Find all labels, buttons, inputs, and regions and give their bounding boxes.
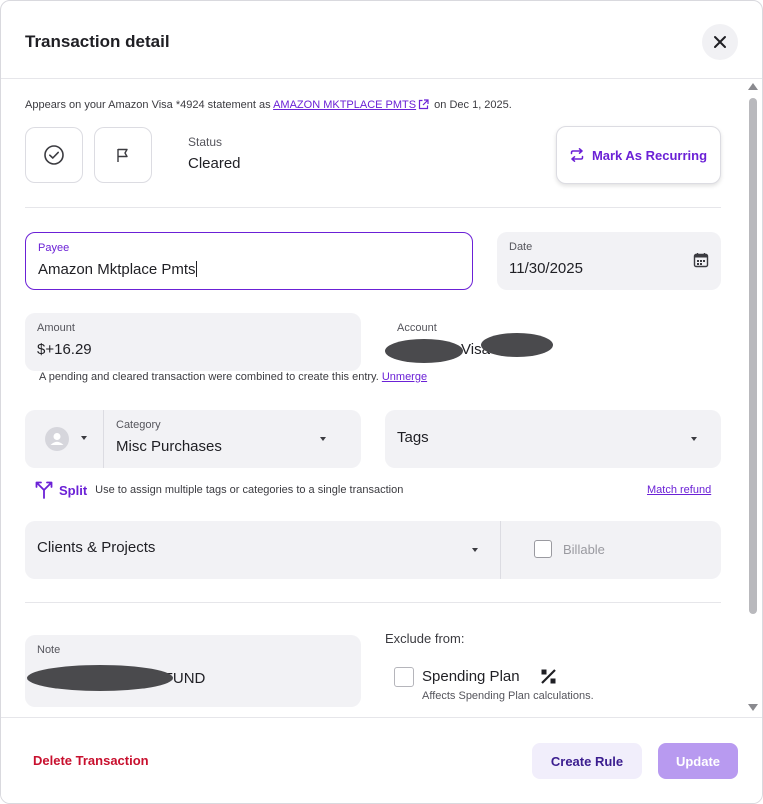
scroll-content[interactable]: Appears on your Amazon Visa *4924 statem… — [1, 80, 762, 717]
split-description: Use to assign multiple tags or categorie… — [95, 484, 404, 496]
create-rule-button[interactable]: Create Rule — [532, 743, 642, 779]
merge-note-text: A pending and cleared transaction were c… — [39, 371, 379, 383]
payee-input[interactable]: Amazon Mktplace Pmts — [38, 261, 197, 278]
close-icon — [714, 36, 726, 48]
tags-field[interactable]: Tags — [385, 410, 721, 468]
cleared-toggle-button[interactable] — [25, 127, 83, 183]
merge-note: A pending and cleared transaction were c… — [39, 371, 427, 383]
chevron-down-icon — [320, 437, 326, 441]
calendar-icon[interactable] — [693, 252, 709, 268]
note-field[interactable]: Note pi REFUND — [25, 635, 361, 707]
tags-placeholder: Tags — [397, 429, 429, 446]
spending-plan-description: Affects Spending Plan calculations. — [422, 690, 594, 702]
category-label: Category — [116, 419, 161, 431]
chevron-down-icon — [81, 436, 87, 440]
redaction-mark — [27, 665, 173, 691]
transaction-detail-modal: Transaction detail Appears on your Amazo… — [0, 0, 763, 804]
close-button[interactable] — [702, 24, 738, 60]
category-value: Misc Purchases — [116, 438, 222, 455]
statement-info: Appears on your Amazon Visa *4924 statem… — [25, 99, 512, 111]
statement-merchant-link[interactable]: AMAZON MKTPLACE PMTS — [273, 99, 416, 111]
check-circle-icon — [44, 145, 64, 165]
external-link-icon[interactable] — [418, 99, 429, 110]
chevron-down-icon — [472, 548, 478, 552]
scrollbar-thumb[interactable] — [749, 98, 757, 614]
clients-projects-row: Clients & Projects Billable — [25, 521, 721, 579]
date-value: 11/30/2025 — [509, 260, 583, 277]
clients-projects-placeholder: Clients & Projects — [37, 539, 156, 556]
text-caret — [195, 261, 197, 277]
statement-prefix: Appears on your Amazon Visa *4924 statem… — [25, 99, 271, 111]
delete-transaction-button[interactable]: Delete Transaction — [33, 753, 149, 768]
unmerge-link[interactable]: Unmerge — [382, 371, 427, 383]
modal-header: Transaction detail — [1, 1, 762, 79]
billable-label: Billable — [563, 542, 605, 557]
divider — [25, 207, 721, 208]
redaction-mark — [385, 339, 463, 363]
note-label: Note — [37, 644, 61, 656]
flag-icon — [117, 148, 128, 162]
spending-plan-checkbox[interactable] — [394, 667, 414, 687]
mark-recurring-label: Mark As Recurring — [591, 147, 708, 163]
amount-value: +16.29 — [45, 341, 92, 358]
chevron-down-icon — [691, 437, 697, 441]
exclude-heading: Exclude from: — [385, 631, 465, 646]
mark-recurring-button[interactable]: Mark As Recurring — [556, 126, 721, 184]
account-label: Account — [397, 322, 437, 334]
split-row: Split Use to assign multiple tags or cat… — [35, 481, 403, 499]
split-icon[interactable] — [35, 481, 53, 499]
split-button[interactable]: Split — [59, 483, 87, 498]
person-avatar-icon — [45, 427, 69, 451]
update-button[interactable]: Update — [658, 743, 738, 779]
payee-value: Amazon Mktplace Pmts — [38, 261, 196, 278]
modal-title: Transaction detail — [25, 32, 170, 51]
match-refund-link[interactable]: Match refund — [647, 484, 711, 496]
spending-plan-label: Spending Plan — [422, 668, 520, 685]
statement-suffix: on Dec 1, 2025. — [434, 99, 512, 111]
date-field[interactable]: Date 11/30/2025 — [497, 232, 721, 290]
payee-field[interactable]: Payee Amazon Mktplace Pmts — [25, 232, 473, 290]
scroll-down-arrow-icon[interactable] — [748, 704, 758, 711]
category-field[interactable]: Category Misc Purchases — [25, 410, 361, 468]
percent-icon — [540, 668, 557, 685]
category-icon-picker[interactable] — [25, 410, 104, 468]
modal-footer: Delete Transaction Create Rule Update — [1, 717, 762, 803]
billable-checkbox[interactable] — [534, 540, 552, 558]
clients-projects-select[interactable]: Clients & Projects — [25, 521, 501, 579]
divider — [25, 602, 721, 603]
status-label: Status — [188, 135, 223, 149]
payee-label: Payee — [38, 242, 70, 254]
redaction-mark — [481, 333, 553, 357]
date-label: Date — [509, 241, 533, 253]
account-field[interactable]: Account Visa — [385, 313, 721, 371]
repeat-icon — [570, 148, 584, 162]
status-value: Cleared — [188, 155, 241, 172]
amount-field[interactable]: Amount $+16.29 — [25, 313, 361, 371]
flag-button[interactable] — [94, 127, 152, 183]
amount-value-wrap[interactable]: $+16.29 — [37, 341, 92, 358]
scroll-up-arrow-icon[interactable] — [748, 83, 758, 90]
scrollbar[interactable] — [747, 81, 759, 715]
amount-label: Amount — [37, 322, 75, 334]
